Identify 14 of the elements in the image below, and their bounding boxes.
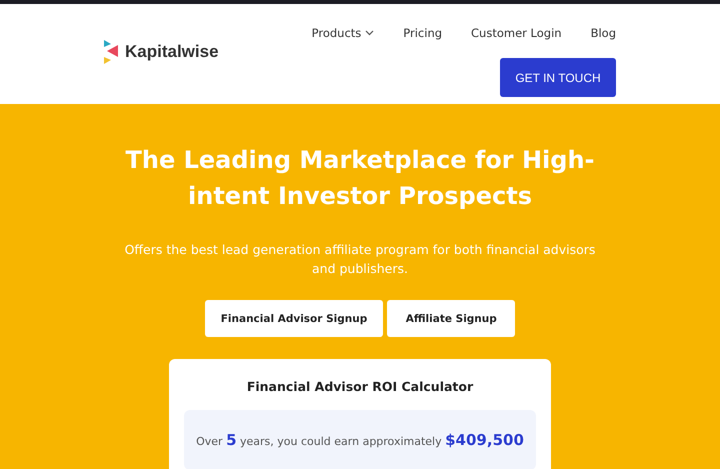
calculator-title: Financial Advisor ROI Calculator <box>246 379 474 394</box>
signup-button[interactable]: Financial Advisor Signup <box>204 300 384 337</box>
chevron-down-icon <box>365 30 374 36</box>
nav-link[interactable]: Blog <box>590 26 616 40</box>
hero-subtitle: Offers the best lead generation affiliate program for both financial advisors and publishers. <box>124 241 596 278</box>
get-in-touch-button[interactable]: GET IN TOUCH <box>500 58 616 97</box>
nav-link[interactable]: Pricing <box>403 26 442 40</box>
result-text: Over 5 years, you could earn approximately $409,500 <box>196 431 524 449</box>
logo-icon <box>104 40 119 64</box>
signup-button[interactable]: Affiliate Signup <box>387 300 516 337</box>
nav-link[interactable]: Customer Login <box>471 26 562 40</box>
hero-title: The Leading Marketplace for High-intent Investor Prospects <box>124 145 596 212</box>
brand-name: Kapitalwise <box>125 42 219 62</box>
nav-link[interactable]: Products <box>312 26 374 40</box>
